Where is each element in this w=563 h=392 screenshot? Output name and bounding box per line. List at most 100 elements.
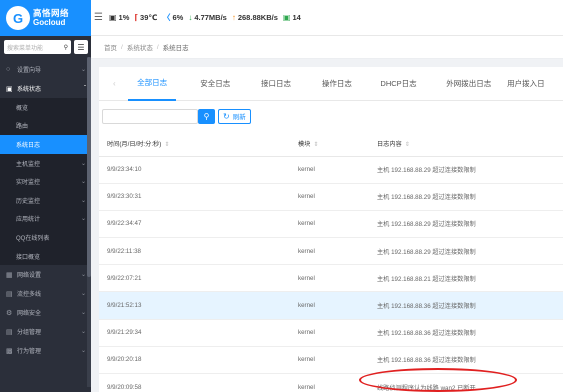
sidebar-item-label: 行为管理 bbox=[17, 349, 42, 356]
top-status-bar: ☰ ▣ 1% ⌈ 39℃ 〈 6% ↓ 4.77MB/s ↑ 268.88KB/s ▣ 14 bbox=[91, 0, 563, 36]
chevron-down-icon: ⌄ bbox=[80, 348, 86, 355]
sort-icon[interactable]: ⇕ bbox=[164, 142, 169, 148]
chevron-down-icon: ⌄ bbox=[80, 329, 86, 336]
menu-search: 搜索菜单功能 ⚲ ☰ bbox=[4, 40, 88, 54]
tab-dhcp-logs[interactable]: DHCP日志 bbox=[369, 67, 429, 101]
header-time[interactable]: 时间(月/日/时:分:秒) ⇕ bbox=[99, 131, 298, 157]
chevron-down-icon: ⌄ bbox=[80, 310, 86, 317]
sidebar-subitem-realtime-monitor[interactable]: 实时监控 ⌄ bbox=[0, 172, 91, 191]
sidebar-subitem-history-monitor[interactable]: 历史监控 ⌄ bbox=[0, 191, 91, 210]
monitor-icon: ▣ bbox=[282, 13, 291, 22]
chevron-down-icon: ⌄ bbox=[80, 197, 86, 204]
sidebar-subitem-overview[interactable]: 概览 bbox=[0, 98, 91, 117]
sidebar-scrollbar[interactable] bbox=[87, 57, 91, 387]
online-stat: ▣ 14 bbox=[282, 13, 301, 22]
sidebar-subitem-app-stats[interactable]: 应用统计 ⌄ bbox=[0, 210, 91, 229]
tab-security-logs[interactable]: 安全日志 bbox=[186, 67, 244, 101]
scrollbar-thumb[interactable] bbox=[87, 57, 91, 277]
chevron-left-icon[interactable]: ‹ bbox=[113, 79, 128, 88]
logo-icon: G bbox=[6, 6, 30, 30]
tab-interface-logs[interactable]: 接口日志 bbox=[248, 67, 304, 101]
breadcrumb: 首页 / 系统状态 / 系统日志 bbox=[91, 36, 563, 59]
menu-toggle-icon[interactable]: ☰ bbox=[74, 40, 88, 54]
table-row: 9/9/22:11:38 kernel 主机 192.168.88.29 超过连接数… bbox=[99, 237, 563, 266]
temp-stat: ⌈ 39℃ bbox=[134, 13, 158, 22]
sidebar-item-group-management[interactable]: ▤ 分组管理 ⌄ bbox=[0, 322, 91, 341]
breadcrumb-parent[interactable]: 系统状态 bbox=[127, 42, 153, 52]
sidebar-item-network-security[interactable]: ⚙ 网络安全 ⌄ bbox=[0, 303, 91, 322]
logo-name-cn: 高恪网络 bbox=[33, 8, 70, 18]
table-row: 9/9/21:29:34 kernel 主机 192.168.88.36 超过连接数… bbox=[99, 319, 563, 347]
sidebar-item-label: 网络安全 bbox=[17, 311, 42, 318]
behavior-icon: ▩ bbox=[6, 347, 13, 355]
log-search-input[interactable] bbox=[102, 108, 198, 124]
table-row: 9/9/23:34:10 kernel 主机 192.168.88.29 超过连接数… bbox=[99, 156, 563, 184]
table-row: 9/9/23:30:31 kernel 主机 192.168.88.29 超过连接数… bbox=[99, 183, 563, 211]
chevron-down-icon: ⌄ bbox=[80, 67, 86, 73]
log-table: 时间(月/日/时:分:秒) ⇕ 模块 ⇕ 日志内容 ⇕ 9/9/23:34:10 ker… bbox=[99, 131, 563, 392]
table-row: 9/9/21:52:13 kernel 主机 192.168.88.36 超过连接数… bbox=[99, 291, 563, 320]
breadcrumb-home[interactable]: 首页 bbox=[104, 42, 117, 52]
sort-icon[interactable]: ⇕ bbox=[313, 142, 318, 148]
sidebar: G 高恪网络 Gocloud 搜索菜单功能 ⚲ ☰ ○ 设置向导 ⌄ ▣ 系统状… bbox=[0, 0, 91, 392]
sidebar-item-label: 流控多线 bbox=[17, 292, 42, 299]
tab-operation-logs[interactable]: 操作日志 bbox=[308, 67, 366, 101]
sidebar-item-setup-wizard[interactable]: ○ 设置向导 ⌄ bbox=[0, 60, 91, 79]
sidebar-item-system-status[interactable]: ▣ 系统状态 ˆ bbox=[0, 79, 91, 98]
search-icon[interactable]: ⚲ bbox=[64, 44, 68, 51]
sidebar-item-behavior-management[interactable]: ▩ 行为管理 ⌄ bbox=[0, 341, 91, 360]
arrow-down-icon: ↓ bbox=[188, 13, 193, 22]
search-icon: ⚲ bbox=[203, 111, 210, 121]
sidebar-submenu: 概览 路由 系统日志 主机监控 ⌄ 实时监控 ⌄ 历史监控 ⌄ 应用统计 ⌄ QQ在线列… bbox=[0, 98, 91, 266]
tab-all-logs[interactable]: 全部日志 bbox=[127, 67, 177, 101]
log-toolbar: ⚲ ↻ 刷新 bbox=[99, 101, 563, 131]
memory-icon: 〈 bbox=[162, 13, 171, 22]
chevron-down-icon: ⌄ bbox=[80, 179, 86, 186]
sidebar-item-label: 设置向导 bbox=[17, 68, 42, 74]
security-icon: ⚙ bbox=[6, 309, 13, 317]
sidebar-item-flow-control[interactable]: ▤ 流控多线 ⌄ bbox=[0, 284, 91, 303]
sidebar-subitem-host-monitor[interactable]: 主机监控 ⌄ bbox=[0, 154, 91, 173]
chevron-up-icon: ˆ bbox=[84, 85, 86, 92]
tab-wan-dialout-logs[interactable]: 外网拨出日志 bbox=[433, 67, 504, 101]
sort-icon[interactable]: ⇕ bbox=[405, 142, 410, 148]
cpu-icon: ▣ bbox=[108, 13, 117, 22]
table-row: 9/9/22:34:47 kernel 主机 192.168.88.29 超过连接数… bbox=[99, 210, 563, 239]
search-button[interactable]: ⚲ bbox=[198, 108, 215, 124]
group-icon: ▤ bbox=[6, 328, 13, 336]
header-content[interactable]: 日志内容 ⇕ bbox=[377, 131, 563, 157]
sidebar-subitem-system-log[interactable]: 系统日志 bbox=[0, 135, 91, 154]
upload-stat: ↑ 268.88KB/s bbox=[231, 13, 278, 22]
menu-search-input[interactable]: 搜索菜单功能 ⚲ bbox=[4, 40, 71, 54]
log-tabs: ‹ 全部日志 安全日志 接口日志 操作日志 DHCP日志 外网拨出日志 用户拨入… bbox=[99, 67, 563, 101]
menu-search-placeholder: 搜索菜单功能 bbox=[7, 45, 44, 52]
log-panel: ‹ 全部日志 安全日志 接口日志 操作日志 DHCP日志 外网拨出日志 用户拨入… bbox=[99, 67, 563, 392]
sidebar-subitem-qq-online[interactable]: QQ在线列表 bbox=[0, 228, 91, 247]
table-header: 时间(月/日/时:分:秒) ⇕ 模块 ⇕ 日志内容 ⇕ bbox=[99, 131, 563, 157]
logo[interactable]: G 高恪网络 Gocloud bbox=[0, 0, 91, 36]
sidebar-item-label: 分组管理 bbox=[17, 330, 42, 337]
memory-stat: 〈 6% bbox=[162, 13, 184, 22]
chevron-down-icon: ⌄ bbox=[80, 160, 86, 167]
sidebar-item-network-settings[interactable]: ▦ 网络设置 ⌄ bbox=[0, 265, 91, 284]
breadcrumb-current: 系统日志 bbox=[162, 45, 189, 52]
flow-icon: ▤ bbox=[6, 290, 13, 298]
sidebar-subitem-interface-overview[interactable]: 接口概览 bbox=[0, 247, 91, 266]
table-row: 9/9/22:07:21 kernel 主机 192.168.88.21 超过连接数… bbox=[99, 264, 563, 293]
circle-icon: ○ bbox=[6, 66, 11, 73]
arrow-up-icon: ↑ bbox=[231, 13, 236, 22]
sidebar-subitem-route[interactable]: 路由 bbox=[0, 117, 91, 136]
chevron-down-icon: ⌄ bbox=[80, 216, 86, 223]
network-icon: ▦ bbox=[6, 271, 13, 279]
hamburger-icon[interactable]: ☰ bbox=[94, 12, 103, 23]
refresh-button[interactable]: ↻ 刷新 bbox=[218, 108, 251, 124]
sidebar-item-label: 网络设置 bbox=[17, 273, 42, 280]
thermometer-icon: ⌈ bbox=[134, 13, 139, 22]
chevron-down-icon: ⌄ bbox=[80, 272, 86, 279]
header-module[interactable]: 模块 ⇕ bbox=[298, 131, 377, 157]
tab-user-dialin-logs[interactable]: 用户拨入日 bbox=[507, 67, 563, 101]
monitor-icon: ▣ bbox=[6, 85, 13, 93]
sidebar-item-label: 系统状态 bbox=[17, 87, 42, 93]
cpu-stat: ▣ 1% bbox=[108, 13, 130, 22]
table-row: 9/9/20:09:58 kernel 线路侦测程序认为线路 wan2 已断开 bbox=[99, 373, 563, 392]
